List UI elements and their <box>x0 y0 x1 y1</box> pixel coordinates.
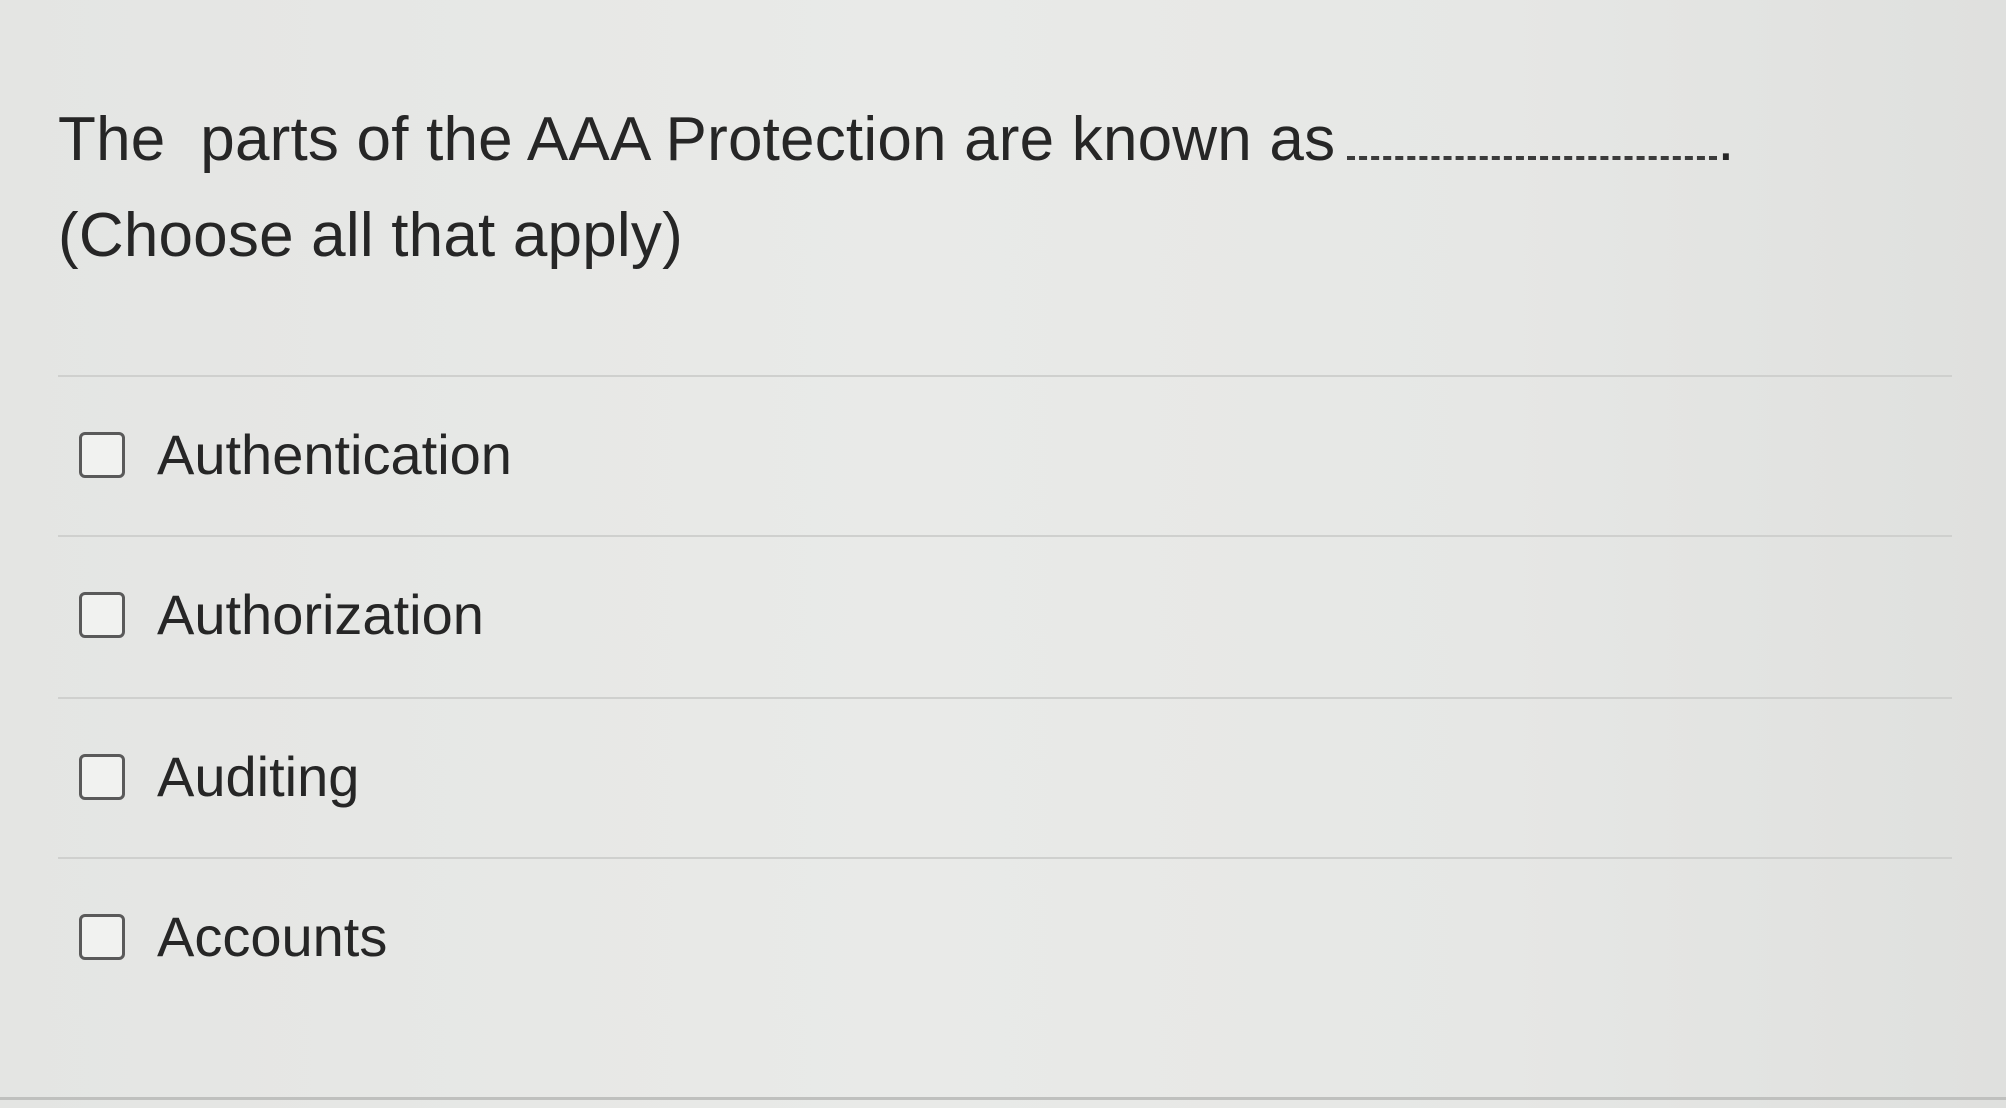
option-label: Authorization <box>157 583 484 646</box>
checkbox-auditing[interactable] <box>79 754 125 800</box>
question-prompt: The parts of the AAA Protection are know… <box>58 105 1336 174</box>
question-text: The parts of the AAA Protection are know… <box>58 92 1938 284</box>
option-accounts[interactable]: Accounts <box>58 857 1952 1017</box>
option-label: Authentication <box>157 423 512 486</box>
option-authentication[interactable]: Authentication <box>58 375 1952 535</box>
checkbox-accounts[interactable] <box>79 914 125 960</box>
question-instruction: (Choose all that apply) <box>58 201 683 270</box>
option-authorization[interactable]: Authorization <box>58 535 1952 695</box>
option-label: Auditing <box>157 745 360 808</box>
checkbox-authorization[interactable] <box>79 592 125 638</box>
question-period: . <box>1717 105 1735 174</box>
option-label: Accounts <box>157 905 388 968</box>
option-auditing[interactable]: Auditing <box>58 697 1952 857</box>
answer-blank <box>1347 104 1718 160</box>
bottom-border <box>0 1097 2006 1100</box>
question-line-1: The parts of the AAA Protection are know… <box>58 92 1938 188</box>
checkbox-authentication[interactable] <box>79 432 125 478</box>
